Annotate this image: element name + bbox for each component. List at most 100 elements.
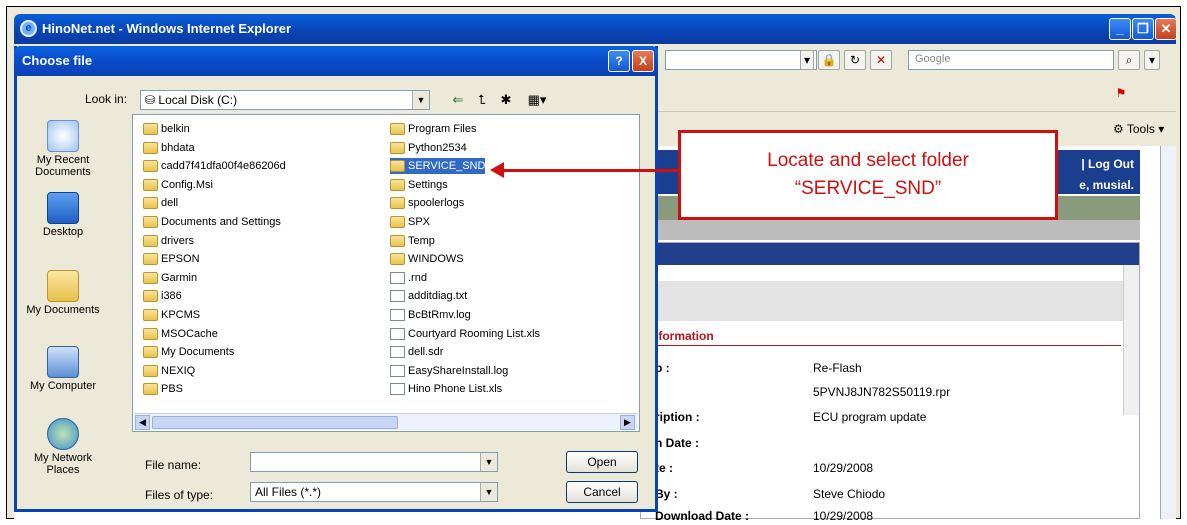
- look-in-label: Look in:: [85, 92, 128, 106]
- scroll-left-icon[interactable]: ◀: [135, 415, 150, 430]
- search-icon[interactable]: ⌕: [1118, 50, 1140, 70]
- item-label: SPX: [408, 216, 431, 228]
- item-label: drivers: [161, 234, 195, 247]
- up-folder-icon[interactable]: ⮤: [472, 90, 492, 110]
- folder-icon: [390, 216, 405, 228]
- folder-icon: [143, 178, 158, 191]
- file-item[interactable]: .rnd: [390, 270, 427, 286]
- folder-item[interactable]: Documents and Settings: [143, 214, 281, 230]
- chevron-down-icon[interactable]: ▼: [480, 483, 497, 501]
- logout-link[interactable]: | Log Out: [1079, 154, 1134, 175]
- panel-section: [641, 281, 1125, 321]
- row-value: 5PVNJ8JN782S50119.rpr: [813, 385, 951, 399]
- file-item[interactable]: additdiag.txt: [390, 288, 467, 304]
- dialog-close-button[interactable]: X: [632, 50, 654, 72]
- new-folder-icon[interactable]: ✱: [496, 90, 516, 110]
- search-input[interactable]: Google: [908, 50, 1114, 70]
- file-item[interactable]: Hino Phone List.xls: [390, 381, 502, 397]
- place-recent-documents[interactable]: My Recent Documents: [20, 120, 106, 178]
- address-bar[interactable]: [665, 50, 817, 70]
- folder-item[interactable]: My Documents: [143, 344, 234, 360]
- folder-item[interactable]: Config.Msi: [143, 177, 213, 193]
- recent-documents-icon: [47, 120, 79, 152]
- my-computer-icon: [47, 346, 79, 378]
- look-in-select[interactable]: ⛁ Local Disk (C:) ▼: [140, 90, 430, 110]
- folder-icon: [390, 160, 405, 173]
- item-label: bhdata: [161, 141, 195, 154]
- close-button[interactable]: ✕: [1155, 18, 1177, 40]
- folder-icon: [143, 327, 158, 340]
- folder-icon: [143, 383, 158, 396]
- file-icon: [390, 290, 405, 303]
- folder-item[interactable]: Settings: [390, 177, 448, 193]
- horizontal-scrollbar[interactable]: ◀ ▶: [134, 413, 638, 430]
- refresh-icon[interactable]: ↻: [844, 50, 866, 70]
- folder-item[interactable]: SPX: [390, 214, 430, 230]
- ie-title-bar: e HinoNet.net - Windows Internet Explore…: [14, 14, 1177, 44]
- translate-icon[interactable]: ⚑: [1110, 84, 1132, 104]
- folder-item[interactable]: Garmin: [143, 270, 197, 286]
- callout-line-1: Locate and select folder: [767, 150, 969, 171]
- info-panel: nformation p : Re-Flash : 5PVNJ8JN782S50…: [640, 242, 1140, 523]
- chevron-down-icon[interactable]: ▼: [412, 91, 429, 109]
- folder-icon: [143, 141, 158, 154]
- item-label: SERVICE_SND: [408, 160, 486, 173]
- folder-item[interactable]: PBS: [143, 381, 183, 397]
- annotation-callout: Locate and select folder “SERVICE_SND”: [678, 130, 1058, 220]
- folder-item[interactable]: NEXIQ: [143, 363, 195, 379]
- scroll-right-icon[interactable]: ▶: [620, 415, 635, 430]
- callout-arrow-head: [490, 162, 504, 178]
- file-item[interactable]: BcBtRmv.log: [390, 307, 471, 323]
- help-button[interactable]: ?: [608, 50, 630, 72]
- file-icon: [390, 364, 405, 377]
- folder-item[interactable]: KPCMS: [143, 307, 200, 323]
- folder-item[interactable]: dell: [143, 195, 178, 211]
- cancel-button[interactable]: Cancel: [566, 481, 638, 503]
- desktop-icon: [47, 192, 79, 224]
- view-menu-icon[interactable]: ▦▾: [522, 90, 552, 110]
- folder-item[interactable]: Temp: [390, 233, 435, 249]
- search-options-icon[interactable]: ▾: [1144, 50, 1160, 70]
- row-label: ription :: [655, 410, 700, 424]
- place-label: My Recent Documents: [35, 154, 91, 178]
- folder-item[interactable]: SERVICE_SND: [390, 158, 486, 175]
- restore-button[interactable]: ❐: [1132, 18, 1154, 40]
- folder-item[interactable]: drivers: [143, 233, 194, 249]
- folder-icon: [390, 141, 405, 154]
- chevron-down-icon[interactable]: ▼: [480, 453, 497, 471]
- lock-icon[interactable]: 🔒: [818, 50, 840, 70]
- file-item[interactable]: EasyShareInstall.log: [390, 363, 508, 379]
- panel-scrollbar[interactable]: [1123, 265, 1139, 415]
- file-list[interactable]: ◀ ▶ belkin bhdata cadd7f41dfa00f4e86206d Co…: [132, 114, 640, 432]
- folder-item[interactable]: cadd7f41dfa00f4e86206d: [143, 158, 286, 174]
- file-item[interactable]: Courtyard Rooming List.xls: [390, 326, 540, 342]
- place-my-documents[interactable]: My Documents: [20, 270, 106, 316]
- folder-item[interactable]: EPSON: [143, 251, 200, 267]
- back-icon[interactable]: ⇐: [448, 90, 468, 110]
- folder-item[interactable]: spoolerlogs: [390, 195, 464, 211]
- stop-icon[interactable]: ✕: [870, 50, 892, 70]
- folder-item[interactable]: i386: [143, 288, 182, 304]
- folder-item[interactable]: Program Files: [390, 121, 476, 137]
- scroll-thumb[interactable]: [152, 416, 398, 429]
- folder-item[interactable]: belkin: [143, 121, 190, 137]
- folder-item[interactable]: Python2534: [390, 140, 467, 156]
- folder-item[interactable]: bhdata: [143, 140, 195, 156]
- address-dropdown[interactable]: ▾: [800, 50, 814, 70]
- page-scrollbar[interactable]: [1160, 146, 1176, 519]
- place-my-computer[interactable]: My Computer: [20, 346, 106, 392]
- minimize-button[interactable]: _: [1109, 18, 1131, 40]
- open-button[interactable]: Open: [566, 451, 638, 473]
- file-type-label: Files of type:: [145, 488, 214, 502]
- place-network[interactable]: My Network Places: [20, 418, 106, 476]
- folder-icon: [143, 234, 158, 247]
- folder-item[interactable]: WINDOWS: [390, 251, 464, 267]
- place-desktop[interactable]: Desktop: [20, 192, 106, 238]
- file-item[interactable]: dell.sdr: [390, 344, 443, 360]
- file-name-input[interactable]: ▼: [250, 452, 498, 472]
- folder-item[interactable]: MSOCache: [143, 326, 218, 342]
- callout-line-2: “SERVICE_SND”: [794, 178, 942, 199]
- file-type-select[interactable]: All Files (*.*) ▼: [250, 482, 498, 502]
- tools-menu[interactable]: ⚙ Tools ▾: [1113, 122, 1164, 136]
- file-name-label: File name:: [145, 458, 202, 472]
